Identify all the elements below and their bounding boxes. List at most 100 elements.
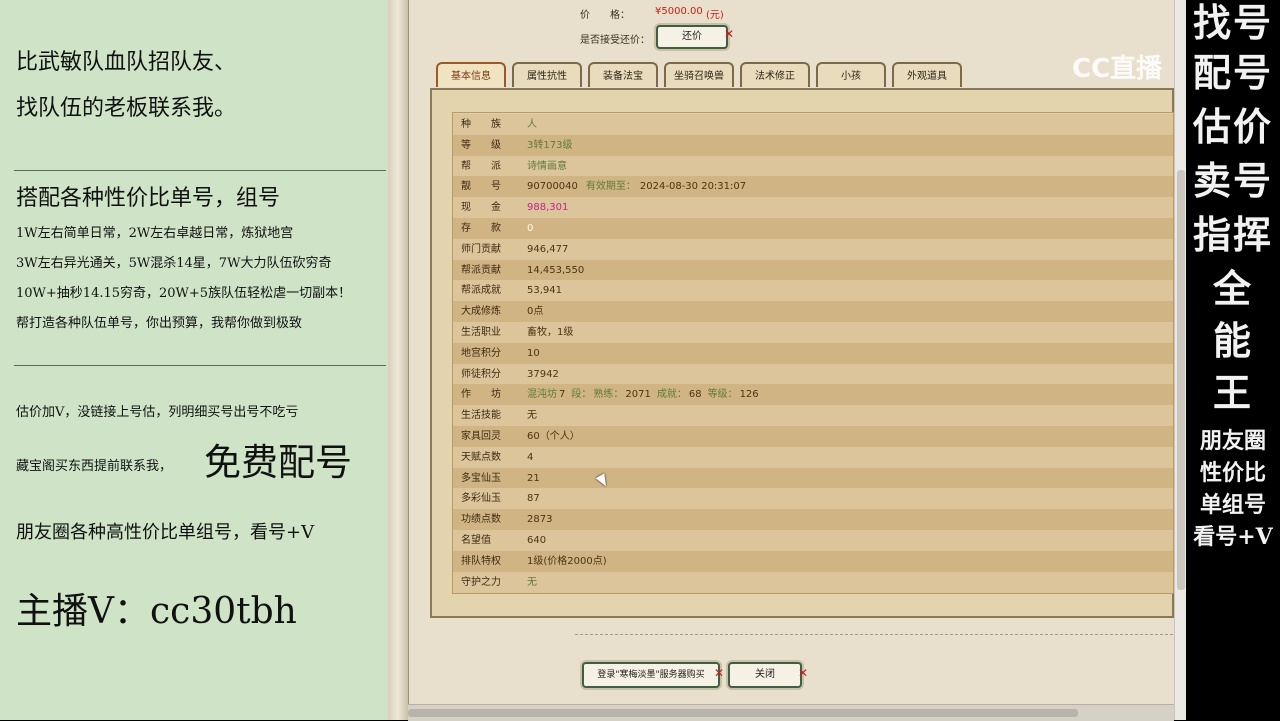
close-icon: ✕	[798, 666, 809, 680]
info-row-value: 混沌坊 7 段： 熟练： 2071 成就： 68 等级： 126	[527, 384, 765, 405]
info-row: 作 坊 混沌坊 7 段： 熟练： 2071 成就： 68 等级： 126	[453, 384, 1173, 406]
info-row-value: 畜牧，1级	[527, 322, 573, 343]
price-value: ¥5000.00	[655, 6, 703, 17]
info-row-label: 种 族	[461, 119, 501, 130]
close-button[interactable]: 关闭	[728, 662, 802, 688]
info-row-value: 人	[527, 114, 537, 135]
tab-basic-info[interactable]: 基本信息	[436, 62, 506, 87]
info-row: 地宫积分 10	[453, 342, 1173, 364]
info-row-label: 帮派贡献	[461, 264, 501, 276]
workshop-c-value: 2071	[625, 389, 651, 401]
info-row: 生活技能 无	[453, 405, 1173, 427]
workshop-a-label: 混沌坊	[527, 389, 557, 401]
info-value-text: 无	[527, 576, 537, 588]
info-row: 存 款 0	[453, 218, 1173, 239]
promo-line-1: 比武敏队血队招队友、	[16, 50, 237, 75]
workshop-d-value: 68	[688, 389, 702, 401]
info-row-value: 1级(价格2000点)	[527, 551, 607, 572]
window-frame	[388, 0, 409, 720]
horizontal-scrollbar[interactable]	[408, 704, 1174, 721]
divider	[14, 170, 386, 171]
promo-note-3: 朋友圈各种高性价比单组号，看号+V	[16, 522, 315, 543]
info-row: 帮 派 诗情画意	[453, 155, 1173, 177]
info-row: 大成修炼 0点	[453, 301, 1173, 323]
tab-mounts-pets[interactable]: 坐骑召唤兽	[664, 62, 734, 87]
info-row: 多彩仙玉 87	[453, 488, 1173, 510]
info-value-text: 10	[527, 347, 540, 359]
promo-big-4: 卖号	[1192, 158, 1273, 203]
info-value-text: 90700040	[527, 181, 578, 193]
bargain-label: 是否接受还价：	[580, 35, 650, 46]
tab-equipment[interactable]: 装备法宝	[588, 62, 658, 87]
info-row: 家具回灵 60（个人）	[453, 426, 1173, 447]
info-row-label: 生活技能	[461, 410, 501, 422]
tab-appearance[interactable]: 外观道具	[892, 62, 962, 87]
workshop-e-label: 等级：	[707, 389, 738, 401]
promo-small-1: 朋友圈	[1199, 428, 1266, 454]
scrollbar-thumb[interactable]	[1177, 170, 1185, 590]
promo-big-2: 配号	[1192, 50, 1273, 95]
workshop-c-label: 熟练：	[593, 389, 624, 401]
info-row-label: 大成修炼	[461, 306, 501, 318]
info-row-label: 靓 号	[461, 181, 501, 193]
info-value-text: 640	[527, 535, 547, 546]
info-row: 帮派成就 53,941	[453, 280, 1173, 302]
promo-desc-2: 3W左右异光通关，5W混杀14星，7W大力队伍砍穷奇	[16, 256, 332, 271]
promo-contact: 主播V：cc30tbh	[16, 591, 297, 632]
scrollbar-thumb[interactable]	[408, 709, 1078, 717]
info-value-text: 4	[527, 451, 534, 463]
info-value-text: 946,477	[527, 243, 569, 255]
expiry-value: 2024-08-30 20:31:07	[639, 181, 747, 193]
divider	[14, 365, 386, 366]
info-value-text: 87	[527, 493, 540, 505]
info-row-value: 14,453,550	[527, 260, 584, 281]
info-row-label: 多宝仙玉	[461, 472, 501, 484]
tab-children[interactable]: 小孩	[816, 62, 886, 87]
info-row-value: 60（个人）	[527, 426, 580, 447]
info-value-text: 2873	[527, 514, 553, 526]
info-row-value: 988,301	[527, 197, 568, 218]
info-row: 师徒积分 37942	[453, 363, 1173, 385]
tab-spell-correction[interactable]: 法术修正	[740, 62, 810, 87]
info-row-value: 53,941	[527, 280, 562, 301]
info-row: 帮派贡献 14,453,550	[453, 259, 1173, 281]
info-value-text: 人	[527, 119, 537, 130]
info-row: 生活职业 畜牧，1级	[453, 322, 1173, 343]
tab-attributes[interactable]: 属性抗性	[512, 62, 582, 87]
price-unit: (元)	[706, 10, 724, 21]
info-row-label: 生活职业	[461, 327, 501, 338]
info-row-value: 无	[527, 572, 537, 593]
info-value-text: 21	[527, 472, 540, 484]
info-value-text: 无	[527, 410, 537, 422]
info-value-text: 0	[527, 223, 534, 234]
workshop-a-value: 7	[559, 389, 566, 401]
login-server-buy-button[interactable]: 登录"寒梅淡墨"服务器购买	[582, 662, 720, 688]
info-row-value: 10	[527, 343, 540, 364]
info-row: 师门贡献 946,477	[453, 238, 1173, 260]
info-row: 守护之力 无	[453, 571, 1173, 593]
info-value-text: 53,941	[527, 285, 562, 297]
info-value-text: 988,301	[527, 202, 569, 214]
info-row-label: 存 款	[461, 223, 501, 234]
promo-desc-3: 10W+抽秒14.15穷奇，20W+5族队伍轻松虐一切副本！	[16, 286, 352, 301]
info-row-value: 0	[527, 218, 533, 239]
expiry-label: 有效期至：	[585, 181, 636, 193]
promo-note-1: 估价加V，没链接上号估，列明细买号出号不吃亏	[16, 405, 299, 420]
info-row-label: 现 金	[461, 202, 501, 214]
info-row-label: 作 坊	[461, 389, 501, 401]
bargain-button[interactable]: 还价	[656, 25, 728, 49]
promo-right-panel: 找号 配号 估价 卖号 指挥 全 能 王 朋友圈 性价比 单组号 看号+V	[1186, 0, 1280, 720]
info-row: 多宝仙玉 21	[453, 467, 1173, 489]
promo-big-3: 估价	[1192, 104, 1273, 149]
info-row-value: 21	[527, 468, 540, 489]
promo-big-6: 全	[1212, 266, 1253, 311]
info-row-value: 640	[527, 530, 546, 551]
price-label: 价 格：	[580, 10, 630, 21]
info-row-value: 90700040 有效期至： 2024-08-30 20:31:07	[527, 176, 746, 197]
promo-heading: 搭配各种性价比单号，组号	[16, 186, 281, 211]
promo-small-2: 性价比	[1199, 460, 1266, 486]
promo-small-3: 单组号	[1199, 492, 1266, 518]
workshop-b-label: 段：	[571, 389, 592, 401]
info-row-value: 无	[527, 405, 537, 426]
info-value-text: 3转173级	[527, 139, 573, 151]
